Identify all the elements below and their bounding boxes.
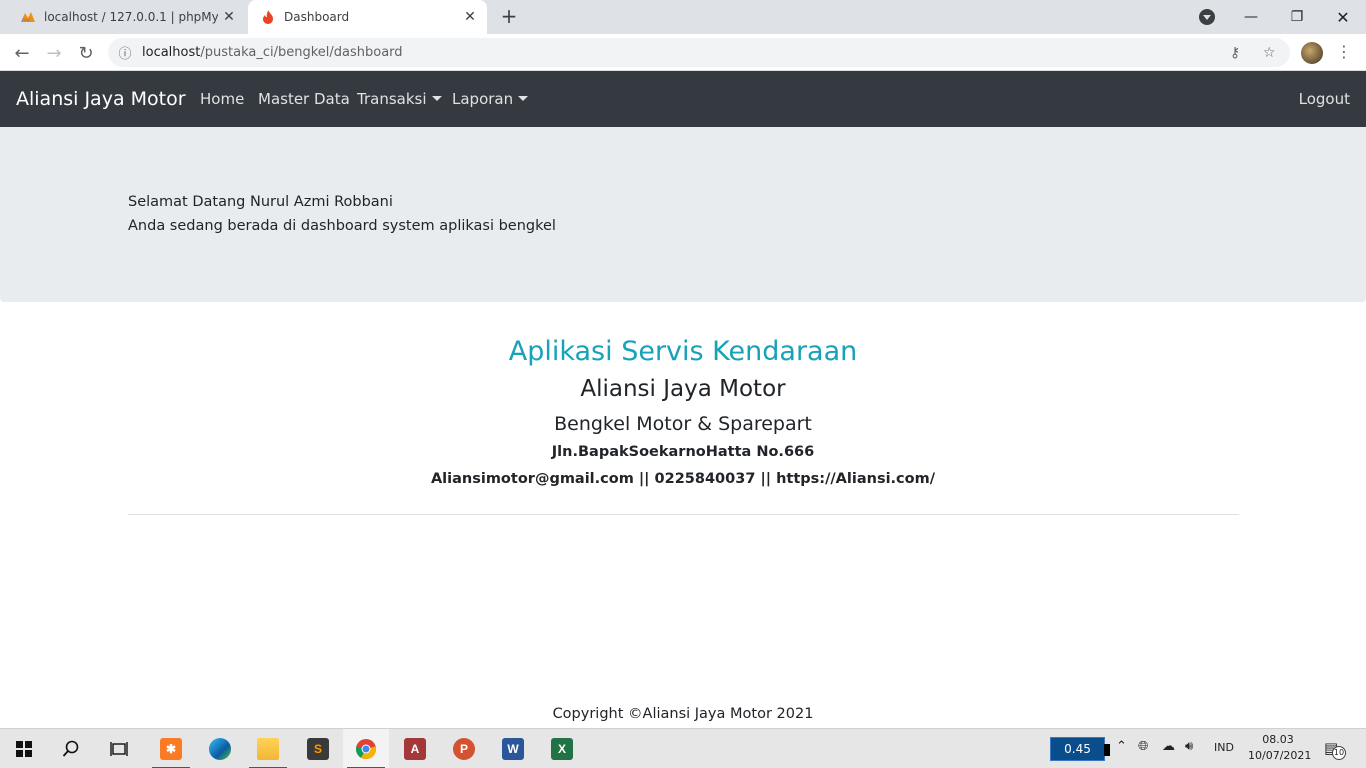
svg-text:PMA: PMA	[22, 18, 31, 23]
minimize-icon[interactable]: —	[1228, 0, 1274, 34]
clock[interactable]: 08.03 10/07/2021	[1248, 732, 1312, 764]
notification-count: 10	[1332, 746, 1346, 760]
excel-icon[interactable]: X	[539, 729, 585, 768]
company-address: Jln.BapakSoekarnoHatta No.666	[551, 444, 815, 460]
nav-home[interactable]: Home	[200, 90, 244, 108]
globe-icon[interactable]: 🌐︎	[1138, 739, 1148, 754]
url-path: /pustaka_ci/bengkel/dashboard	[200, 45, 403, 60]
tab-dashboard[interactable]: Dashboard ✕	[248, 0, 487, 34]
footer-copyright: Copyright ©Aliansi Jaya Motor 2021	[552, 706, 814, 722]
file-explorer-icon[interactable]	[245, 729, 291, 768]
tab-title: localhost / 127.0.0.1 | phpMyAdm	[44, 10, 218, 24]
close-tab-icon[interactable]: ✕	[459, 9, 481, 25]
caret-down-icon	[431, 96, 442, 101]
company-contact: Aliansimotor@gmail.com || 0225840037 || …	[430, 471, 936, 487]
address-bar[interactable]: ⓘ localhost/pustaka_ci/bengkel/dashboard…	[108, 38, 1290, 67]
powerpoint-icon[interactable]: P	[441, 729, 487, 768]
back-icon[interactable]: ←	[9, 40, 35, 66]
cloud-icon[interactable]: ☁	[1162, 739, 1175, 754]
nav-master-data[interactable]: Master Data	[258, 90, 350, 108]
welcome-text: Selamat Datang Nurul Azmi Robbani	[128, 194, 393, 210]
windows-taskbar: ✱ S A P W X 0.45 ⌃ 🌐︎ ☁ 🔊︎ IND 08.03 10/…	[0, 728, 1366, 768]
new-tab-button[interactable]: +	[498, 6, 520, 28]
windows-start-icon[interactable]	[1, 729, 47, 768]
chrome-icon[interactable]	[343, 729, 389, 768]
logout-link[interactable]: Logout	[1299, 90, 1350, 108]
clock-time: 08.03	[1262, 733, 1294, 746]
company-name: Aliansi Jaya Motor	[580, 376, 786, 402]
dashboard-message: Anda sedang berada di dashboard system a…	[128, 218, 556, 234]
tab-search-icon[interactable]	[1199, 9, 1215, 25]
nav-laporan-dropdown[interactable]: Laporan	[452, 90, 529, 108]
site-navbar: Aliansi Jaya Motor Home Master Data Tran…	[0, 71, 1366, 127]
nav-transaksi-dropdown[interactable]: Transaksi	[357, 90, 442, 108]
codeigniter-flame-icon	[260, 9, 276, 25]
app-title: Aplikasi Servis Kendaraan	[508, 336, 858, 367]
browser-tab-strip: PMA localhost / 127.0.0.1 | phpMyAdm ✕ D…	[0, 0, 1366, 34]
tab-title: Dashboard	[284, 10, 350, 24]
company-subtitle: Bengkel Motor & Sparepart	[554, 413, 812, 435]
close-window-icon[interactable]: ✕	[1320, 0, 1366, 34]
site-info-icon[interactable]: ⓘ	[108, 43, 142, 62]
language-indicator[interactable]: IND	[1214, 741, 1234, 754]
volume-icon[interactable]: 🔊︎	[1185, 739, 1193, 754]
show-hidden-icons-icon[interactable]: ⌃	[1116, 739, 1127, 754]
browser-toolbar: ← → ↻ ⓘ localhost/pustaka_ci/bengkel/das…	[0, 34, 1366, 71]
restore-icon[interactable]: ❐	[1274, 0, 1320, 34]
close-tab-icon[interactable]: ✕	[218, 9, 240, 25]
profile-avatar[interactable]	[1301, 42, 1323, 64]
nav-transaksi-label: Transaksi	[357, 90, 427, 108]
nav-laporan-label: Laporan	[452, 90, 514, 108]
key-icon[interactable]: ⚷	[1230, 38, 1240, 67]
caret-down-icon	[518, 96, 529, 101]
navbar-brand[interactable]: Aliansi Jaya Motor	[16, 88, 186, 110]
reload-icon[interactable]: ↻	[73, 40, 99, 66]
edge-icon[interactable]	[197, 729, 243, 768]
system-widget[interactable]: 0.45	[1050, 737, 1110, 761]
access-icon[interactable]: A	[392, 729, 438, 768]
phpmyadmin-icon: PMA	[20, 9, 36, 25]
notification-center-icon[interactable]: ▤ 10	[1324, 739, 1346, 760]
sublime-text-icon[interactable]: S	[295, 729, 341, 768]
menu-kebab-icon[interactable]: ⋮	[1336, 42, 1352, 64]
forward-icon[interactable]: →	[41, 40, 67, 66]
clock-date: 10/07/2021	[1248, 749, 1312, 762]
search-icon[interactable]	[48, 729, 94, 768]
bookmark-star-icon[interactable]: ☆	[1263, 38, 1276, 67]
tab-phpmyadmin[interactable]: PMA localhost / 127.0.0.1 | phpMyAdm ✕	[8, 0, 246, 34]
xampp-icon[interactable]: ✱	[148, 729, 194, 768]
task-view-icon[interactable]	[96, 729, 142, 768]
welcome-jumbotron: Selamat Datang Nurul Azmi Robbani Anda s…	[0, 127, 1366, 302]
url-host: localhost	[142, 45, 201, 60]
divider	[128, 514, 1239, 515]
word-icon[interactable]: W	[490, 729, 536, 768]
